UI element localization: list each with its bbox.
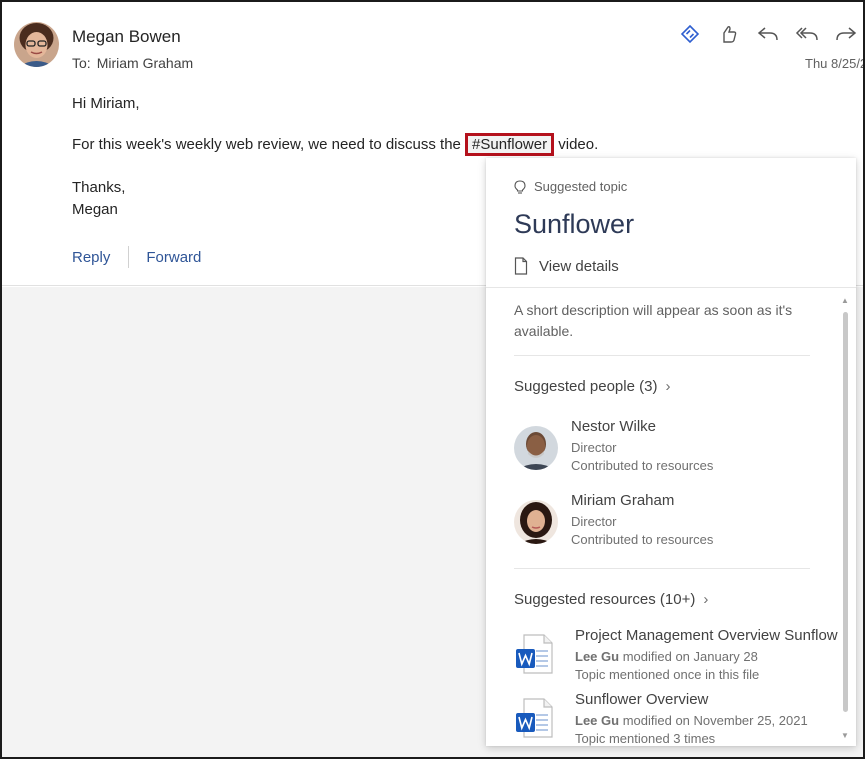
forward-button[interactable]: [834, 22, 858, 46]
suggested-resources-label: Suggested resources (10+): [514, 591, 696, 608]
topic-card-header: Suggested topic Sunflower View details: [486, 158, 856, 288]
reply-link[interactable]: Reply: [72, 249, 110, 266]
recipient-line: To: Miriam Graham: [72, 55, 193, 71]
scroll-down-icon[interactable]: ▼: [841, 731, 849, 740]
suggested-resources-header[interactable]: Suggested resources (10+) ›: [514, 591, 708, 608]
email-signature: Megan: [72, 201, 118, 218]
body-text-before: For this week's weekly web review, we ne…: [72, 136, 466, 153]
loop-button[interactable]: [678, 22, 702, 46]
sender-name[interactable]: Megan Bowen: [72, 27, 181, 47]
topic-title: Sunflower: [514, 209, 635, 239]
resource-author: Lee Gu: [575, 649, 620, 664]
topic-card: Suggested topic Sunflower View details A…: [486, 158, 856, 746]
forward-icon: [836, 27, 857, 41]
email-greeting: Hi Miriam,: [72, 95, 140, 112]
person-avatar: [514, 500, 558, 544]
resource-mention: Topic mentioned 3 times: [575, 731, 716, 746]
chevron-right-icon: ›: [665, 378, 671, 395]
sender-avatar[interactable]: [14, 22, 59, 67]
person-role: Director: [571, 514, 617, 529]
card-scrollbar[interactable]: ▲ ▼: [838, 292, 852, 742]
window-frame: Megan Bowen To: Miriam Graham Thu 8/25/2…: [0, 0, 865, 759]
to-label: To:: [72, 55, 91, 71]
action-divider: [128, 246, 130, 268]
suggested-people-label: Suggested people (3): [514, 378, 658, 395]
email-signoff: Thanks,: [72, 179, 126, 196]
resource-title: Project Management Overview Sunflow: [575, 627, 838, 644]
view-details-label: View details: [539, 257, 619, 275]
resource-mention: Topic mentioned once in this file: [575, 667, 760, 682]
person-name: Nestor Wilke: [571, 418, 657, 435]
view-details-button[interactable]: View details: [514, 257, 619, 275]
body-text-after: video.: [554, 136, 599, 153]
person-name: Miriam Graham: [571, 492, 675, 509]
reply-icon: [757, 27, 778, 41]
word-document-icon: [516, 634, 553, 674]
scroll-up-icon[interactable]: ▲: [841, 296, 849, 305]
person-role: Director: [571, 440, 617, 455]
section-divider: [514, 355, 810, 356]
resource-item[interactable]: Project Management Overview Sunflow Lee …: [514, 627, 844, 685]
person-avatar: [514, 426, 558, 470]
reply-all-button[interactable]: [795, 22, 819, 46]
forward-link[interactable]: Forward: [146, 249, 201, 266]
person-contribution: Contributed to resources: [571, 458, 714, 473]
hashtag-sunflower[interactable]: #Sunflower: [465, 133, 555, 156]
suggested-people-header[interactable]: Suggested people (3) ›: [514, 378, 670, 395]
chevron-right-icon: ›: [703, 591, 709, 608]
word-document-icon: [516, 698, 553, 738]
section-divider: [514, 568, 810, 569]
like-button[interactable]: [717, 22, 741, 46]
resource-modified: modified on January 28: [622, 649, 758, 664]
resource-item[interactable]: Sunflower Overview Lee Gu modified on No…: [514, 691, 844, 746]
person-item[interactable]: Nestor Wilke Director Contributed to res…: [514, 418, 814, 474]
recipient-name[interactable]: Miriam Graham: [97, 55, 193, 71]
resource-author: Lee Gu: [575, 713, 620, 728]
resource-title: Sunflower Overview: [575, 691, 709, 708]
message-date: Thu 8/25/2: [805, 56, 865, 71]
person-item[interactable]: Miriam Graham Director Contributed to re…: [514, 492, 814, 548]
suggested-topic-label: Suggested topic: [514, 179, 627, 194]
message-toolbar: [678, 22, 858, 46]
like-icon: [723, 26, 737, 43]
resource-meta: Lee Gu modified on January 28: [575, 649, 758, 664]
reply-button[interactable]: [756, 22, 780, 46]
message-actions: Reply Forward: [72, 246, 201, 268]
suggested-topic-text: Suggested topic: [534, 179, 628, 194]
person-contribution: Contributed to resources: [571, 532, 714, 547]
scroll-thumb[interactable]: [843, 312, 848, 712]
lightbulb-icon: [514, 179, 526, 194]
topic-description: A short description will appear as soon …: [514, 302, 793, 339]
document-icon: [514, 257, 528, 275]
resource-modified: modified on November 25, 2021: [622, 713, 808, 728]
reply-all-icon: [795, 27, 818, 41]
loop-icon: [680, 24, 700, 44]
email-body-line: For this week's weekly web review, we ne…: [72, 133, 599, 156]
resource-meta: Lee Gu modified on November 25, 2021: [575, 713, 808, 728]
